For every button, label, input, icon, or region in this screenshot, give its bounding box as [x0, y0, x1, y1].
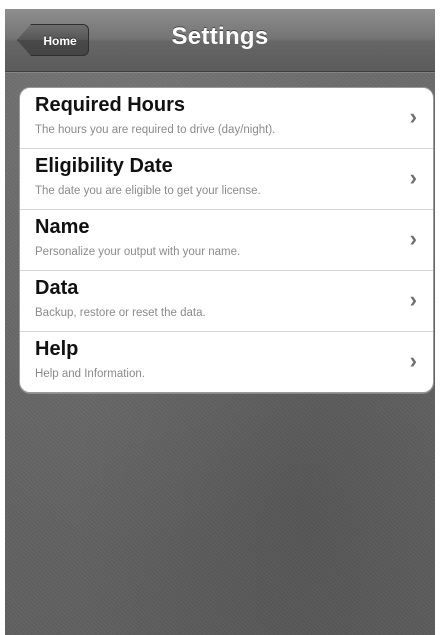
- app-screen: Home Settings Required Hours The hours y…: [5, 9, 435, 635]
- chevron-right-icon: ›: [409, 165, 417, 190]
- chevron-right-icon: ›: [409, 348, 417, 373]
- row-subtitle: The date you are eligible to get your li…: [35, 185, 261, 197]
- row-title: Eligibility Date: [35, 155, 173, 177]
- row-title: Help: [35, 338, 79, 360]
- row-title: Required Hours: [35, 94, 186, 116]
- settings-row-help[interactable]: Help Help and Information. ›: [20, 332, 433, 392]
- chevron-right-icon: ›: [409, 287, 417, 312]
- row-subtitle: Backup, restore or reset the data.: [35, 307, 206, 319]
- settings-list: Required Hours The hours you are require…: [19, 87, 434, 393]
- settings-row-data[interactable]: Data Backup, restore or reset the data. …: [20, 271, 433, 332]
- row-subtitle: Help and Information.: [35, 368, 145, 380]
- chevron-right-icon: ›: [409, 104, 417, 129]
- settings-row-required-hours[interactable]: Required Hours The hours you are require…: [20, 88, 433, 149]
- chevron-right-icon: ›: [409, 226, 417, 251]
- settings-row-eligibility-date[interactable]: Eligibility Date The date you are eligib…: [20, 149, 433, 210]
- row-title: Name: [35, 216, 90, 238]
- row-subtitle: The hours you are required to drive (day…: [35, 124, 276, 136]
- row-subtitle: Personalize your output with your name.: [35, 246, 241, 258]
- row-title: Data: [35, 277, 79, 299]
- settings-row-name[interactable]: Name Personalize your output with your n…: [20, 210, 433, 271]
- navigation-bar: Home Settings: [5, 9, 435, 72]
- page-title: Settings: [171, 23, 269, 50]
